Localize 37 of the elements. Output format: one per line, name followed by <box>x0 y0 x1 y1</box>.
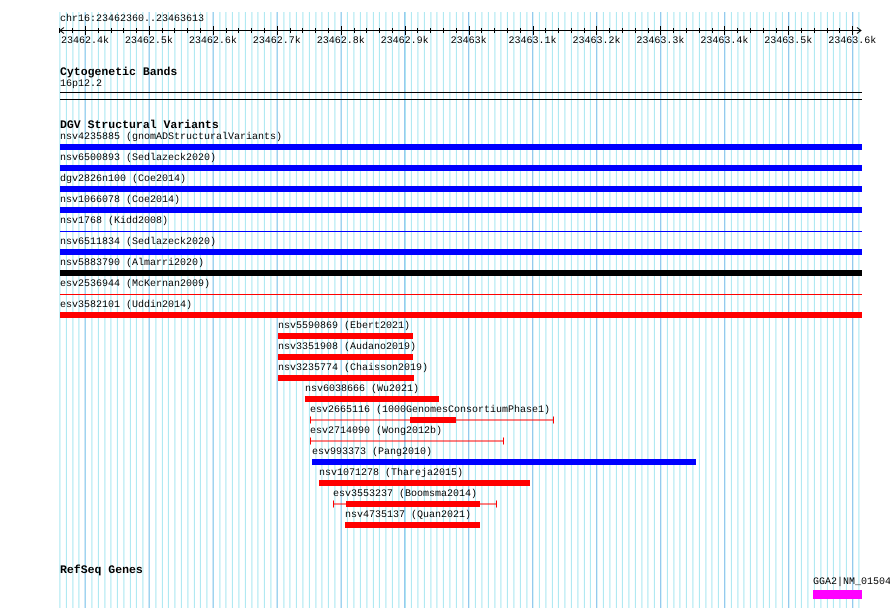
tick-label: 23463k <box>450 36 487 47</box>
feature-label: esv3553237 (Boomsma2014) <box>333 489 478 500</box>
tick-label: 23463.4k <box>700 36 748 47</box>
feature-label: esv2536944 (McKernan2009) <box>60 279 210 290</box>
tick-label: 23462.6k <box>188 36 237 47</box>
tick-label: 23462.9k <box>380 36 429 47</box>
feature-label: dgv2826n100 (Coe2014) <box>60 174 186 185</box>
feature-label: esv3582101 (Uddin2014) <box>60 300 192 311</box>
tick-label: 23462.5k <box>124 36 173 47</box>
tick-label: 23462.8k <box>316 36 365 47</box>
feature-label: nsv3235774 (Chaisson2019) <box>278 363 428 374</box>
tick-label: 23462.4k <box>60 36 109 47</box>
tick-label: 23462.7k <box>252 36 301 47</box>
tick-label: 23463.3k <box>636 36 684 47</box>
track-title: DGV Structural Variants <box>60 120 219 132</box>
feature-label: nsv1066078 (Coe2014) <box>60 195 180 206</box>
feature-label: esv2665116 (1000GenomesConsortiumPhase1) <box>310 405 550 416</box>
feature-label: nsv5883790 (Almarri2020) <box>60 258 204 269</box>
feature-label: nsv6500893 (Sedlazeck2020) <box>60 153 216 164</box>
feature-label: nsv1071278 (Thareja2015) <box>319 468 464 479</box>
feature-label: esv2714090 (Wong2012b) <box>310 426 442 437</box>
tick-label: 23463.2k <box>572 36 620 47</box>
feature-label: nsv4235885 (gnomADStructuralVariants) <box>60 132 282 143</box>
feature-label: nsv6511834 (Sedlazeck2020) <box>60 237 216 248</box>
band-label: 16p12.2 <box>60 79 102 90</box>
tick-label: 23463.1k <box>508 36 557 47</box>
track-title: Cytogenetic Bands <box>60 67 178 79</box>
track-title: RefSeq Genes <box>60 565 143 577</box>
feature-label: nsv3351908 (Audano2019) <box>278 342 416 353</box>
feature-label: nsv1768 (Kidd2008) <box>60 216 168 227</box>
feature-label: nsv4735137 (Quan2021) <box>345 510 472 521</box>
location-label: chr16:23462360..23463613 <box>60 14 204 25</box>
tick-label: 23463.5k <box>764 36 812 47</box>
feature-label: nsv6038666 (Wu2021) <box>305 384 420 395</box>
tick-label: 23463.6k <box>828 36 876 47</box>
feature-label: nsv5590869 (Ebert2021) <box>278 321 410 332</box>
feature-label: esv993373 (Pang2010) <box>312 447 432 458</box>
